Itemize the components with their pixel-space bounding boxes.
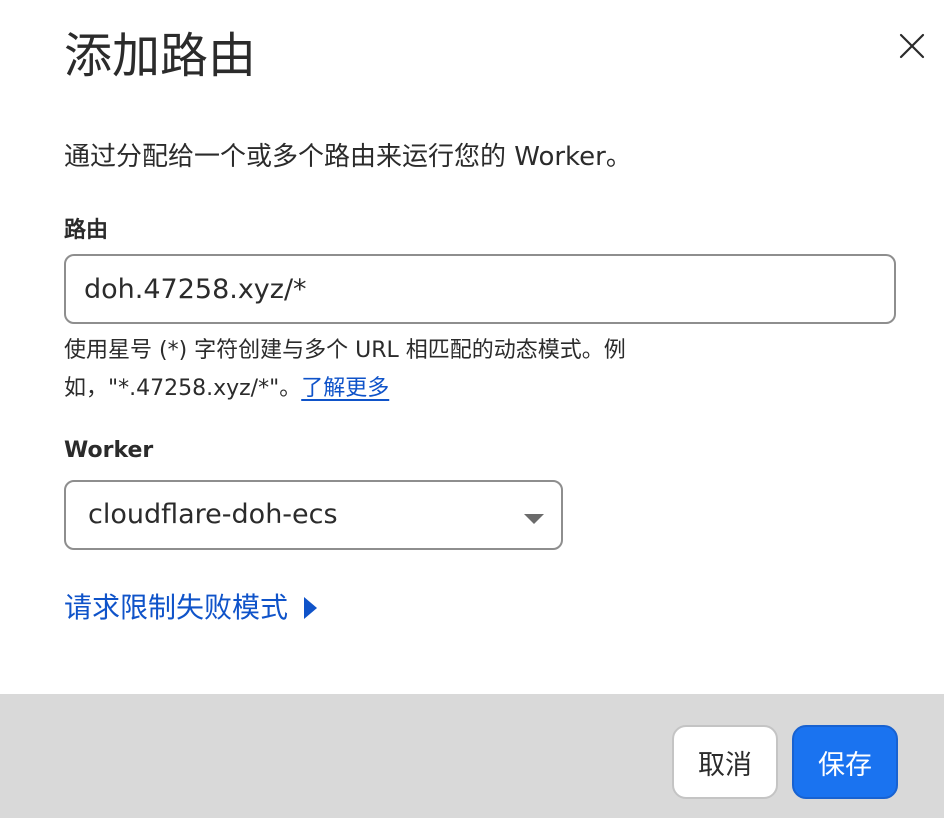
rate-limit-failure-mode-label: 请求限制失败模式: [64, 591, 289, 624]
route-input[interactable]: [64, 254, 896, 324]
worker-select[interactable]: cloudflare-doh-ecs: [64, 480, 563, 550]
cancel-button[interactable]: 取消: [672, 725, 778, 799]
add-route-dialog: 添加路由 通过分配给一个或多个路由来运行您的 Worker。 路由 使用星号 (…: [0, 0, 944, 818]
close-icon: [892, 26, 932, 66]
rate-limit-failure-mode-toggle[interactable]: 请求限制失败模式: [64, 586, 318, 630]
worker-label: Worker: [64, 438, 154, 463]
learn-more-link[interactable]: 了解更多: [301, 376, 389, 401]
triangle-right-icon: [302, 595, 318, 621]
route-hint-line2: 如，"*.47258.xyz/*"。: [64, 376, 302, 401]
save-button[interactable]: 保存: [792, 725, 898, 799]
dialog-description: 通过分配给一个或多个路由来运行您的 Worker。: [64, 142, 632, 172]
route-hint: 使用星号 (*) 字符创建与多个 URL 相匹配的动态模式。例 如，"*.472…: [64, 332, 684, 408]
route-hint-line1: 使用星号 (*) 字符创建与多个 URL 相匹配的动态模式。例: [64, 338, 626, 363]
dialog-title: 添加路由: [64, 28, 257, 84]
caret-down-icon: [523, 510, 545, 524]
close-button[interactable]: [892, 26, 932, 66]
worker-select-value: cloudflare-doh-ecs: [88, 499, 338, 530]
route-label: 路由: [64, 218, 109, 243]
dialog-footer: 取消 保存: [0, 694, 944, 818]
